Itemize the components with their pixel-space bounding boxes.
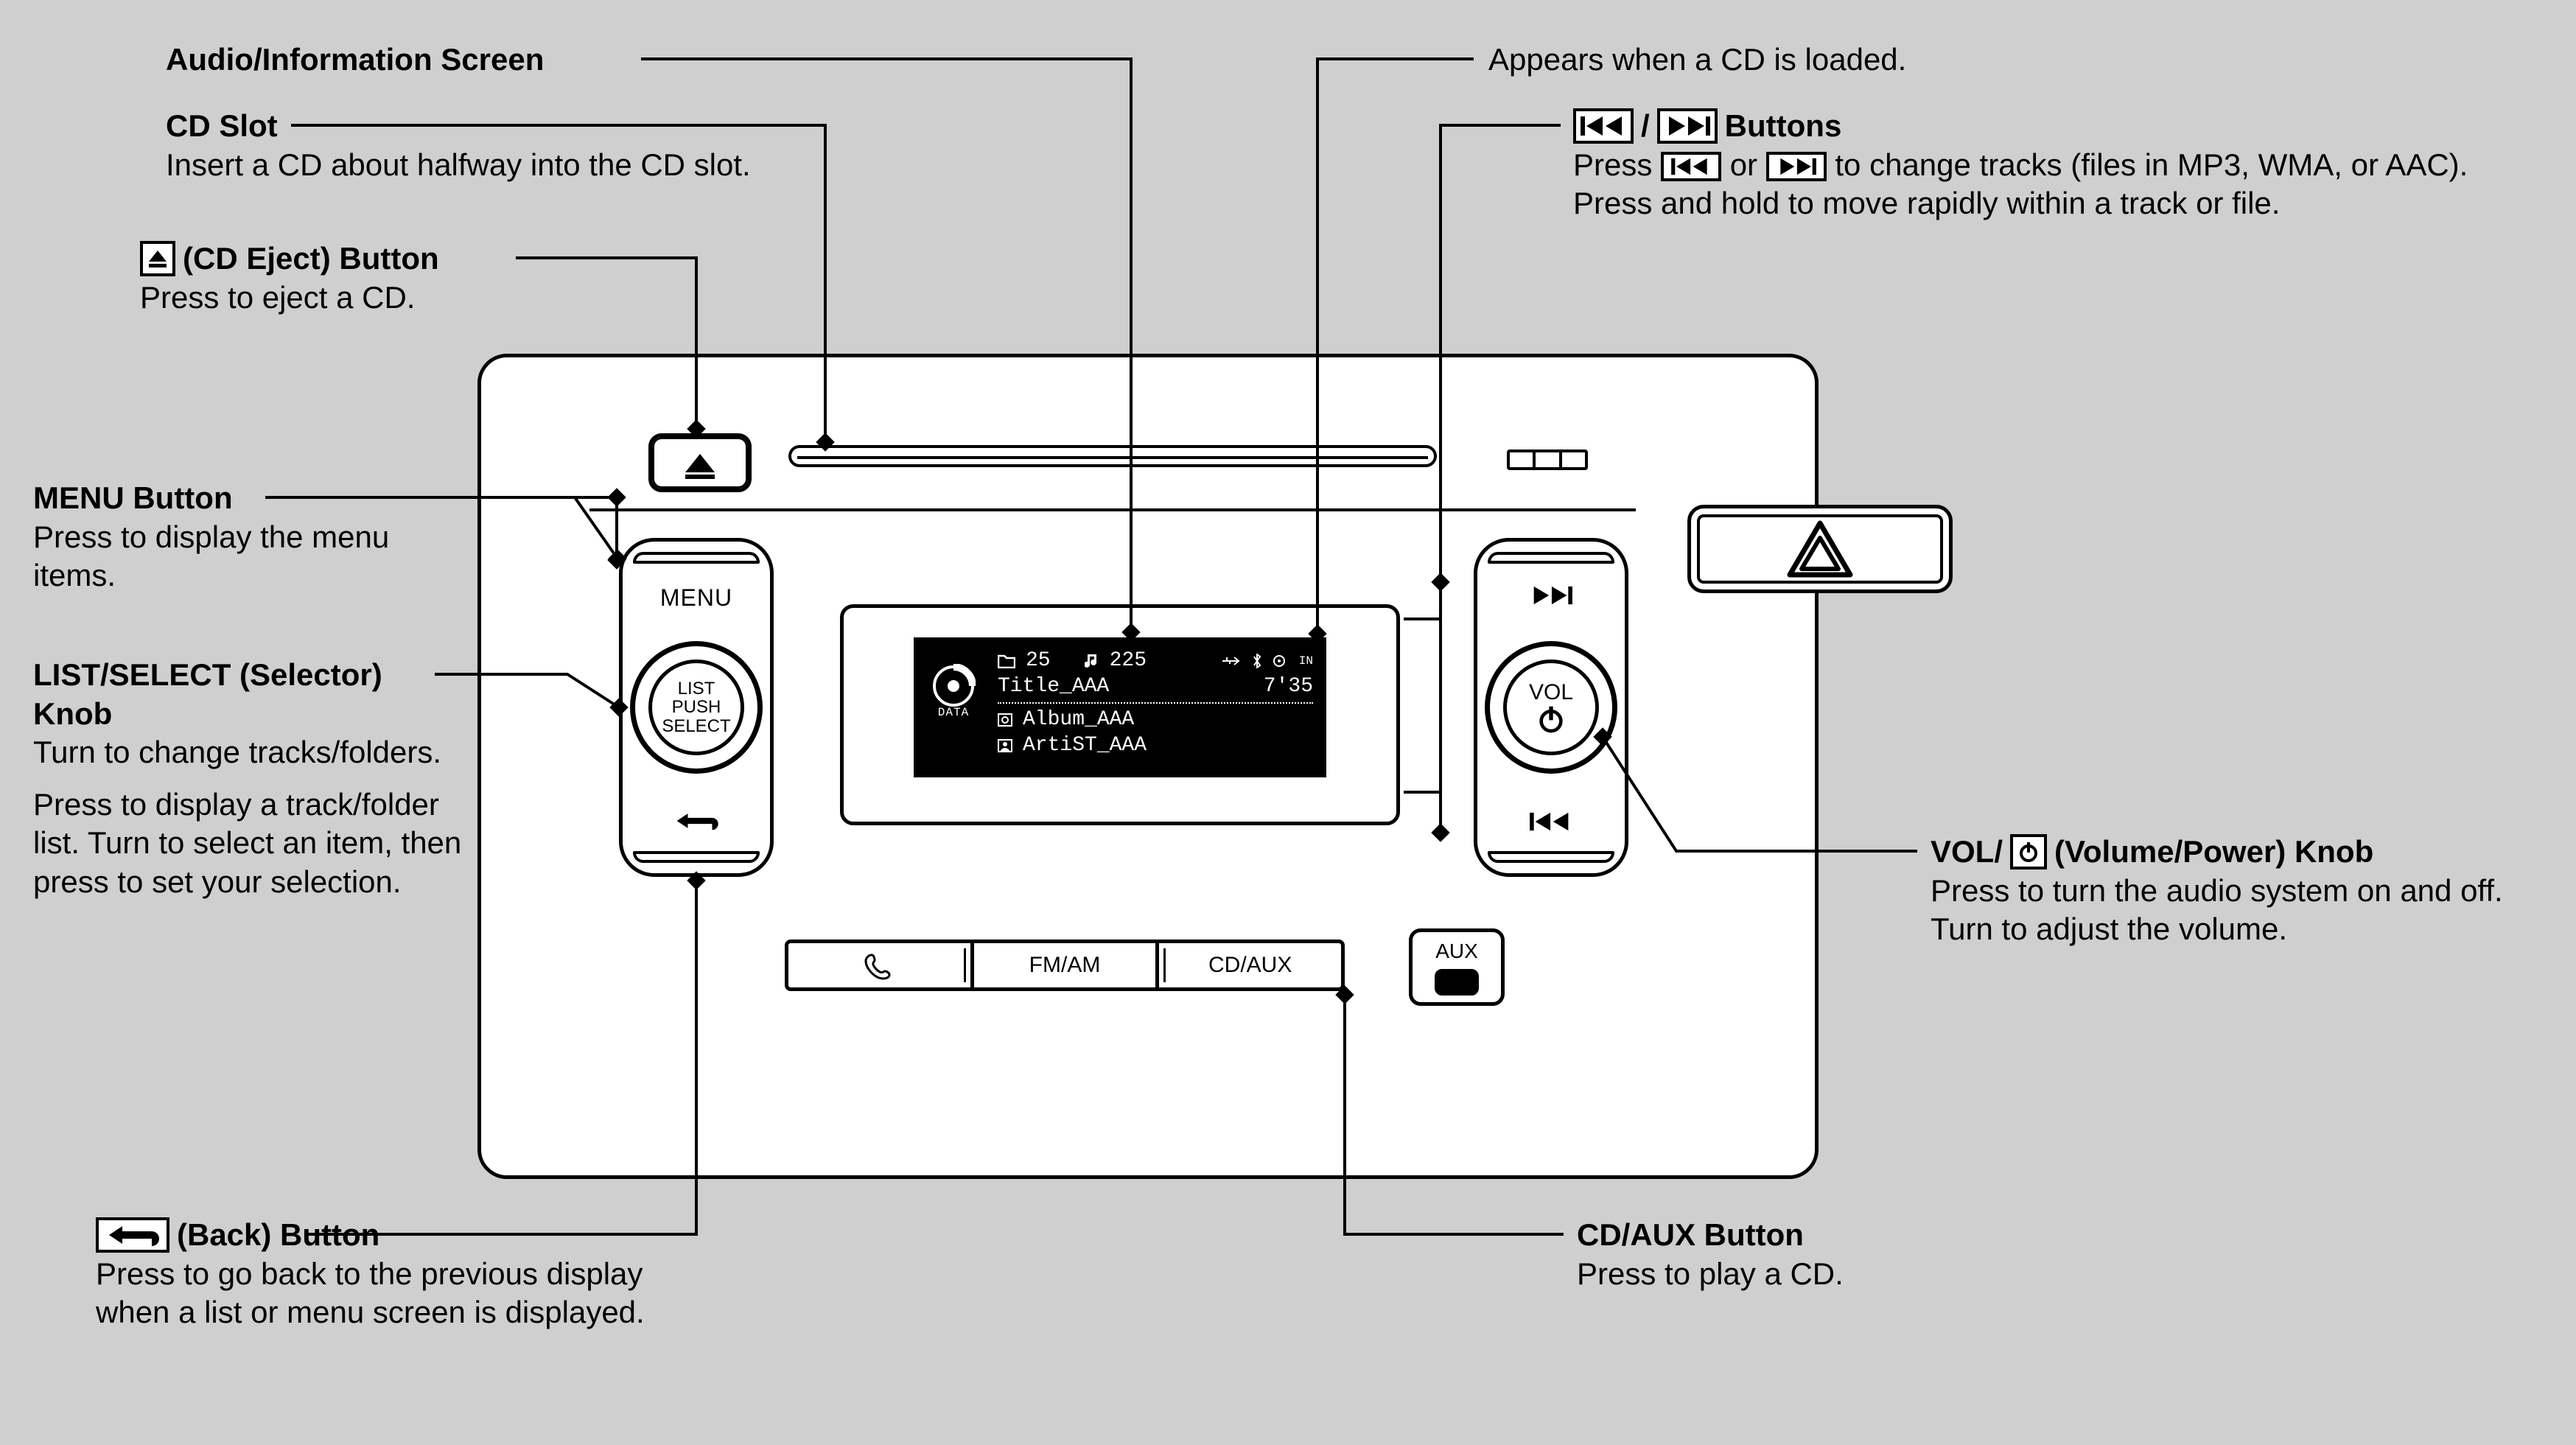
cd-aux-label: CD/AUX xyxy=(1208,953,1292,978)
callout-cd-eject: (CD Eject) Button Press to eject a CD. xyxy=(140,239,729,317)
callout-title: CD Slot xyxy=(166,107,278,146)
skip-back-icon xyxy=(1661,152,1721,181)
callout-body: Press to go back to the previous display… xyxy=(96,1255,700,1332)
back-button[interactable] xyxy=(623,810,770,838)
note-icon xyxy=(1085,653,1099,669)
divider xyxy=(589,508,1636,511)
folder-icon xyxy=(998,654,1015,668)
menu-label: MENU xyxy=(660,584,732,611)
fm-am-label: FM/AM xyxy=(1029,953,1101,978)
back-icon xyxy=(96,1217,169,1253)
callout-audio-info-screen: Audio/Information Screen xyxy=(166,41,1050,80)
power-icon xyxy=(1536,704,1566,734)
pod-cap xyxy=(1488,552,1614,564)
callout-seek-buttons: / Buttons Press or to change tracks (fil… xyxy=(1573,107,2553,223)
knob-text: SELECT xyxy=(662,717,730,735)
track-time: 7'35 xyxy=(1264,673,1313,699)
indicator-lights xyxy=(1507,449,1588,470)
skip-fwd-icon xyxy=(1527,585,1575,606)
separator: / xyxy=(1641,107,1650,146)
aux-port xyxy=(1435,969,1479,996)
skip-forward-button[interactable] xyxy=(1477,584,1625,612)
list-select-knob[interactable]: LIST PUSH SELECT xyxy=(630,641,763,774)
pod-cap xyxy=(633,851,760,863)
skip-fwd-icon xyxy=(1766,152,1827,181)
menu-button[interactable]: MENU xyxy=(623,584,770,612)
volume-power-knob[interactable]: VOL xyxy=(1485,641,1617,774)
back-icon xyxy=(672,810,721,832)
usb-icon xyxy=(1221,655,1242,667)
callout-title: (CD Eject) Button xyxy=(183,239,439,279)
left-control-pod: MENU LIST PUSH SELECT xyxy=(619,538,774,877)
fm-am-button[interactable]: FM/AM xyxy=(974,943,1160,987)
callout-body: Appears when a CD is loaded. xyxy=(1488,41,2225,80)
cd-aux-button[interactable]: CD/AUX xyxy=(1159,943,1341,987)
knob-text: PUSH xyxy=(672,698,721,716)
callout-body: Press to eject a CD. xyxy=(140,279,729,318)
data-disc-icon: DATA xyxy=(925,664,981,720)
power-icon xyxy=(2010,834,2047,870)
callout-body: Press and hold to move rapidly within a … xyxy=(1573,184,2553,223)
eject-icon xyxy=(140,241,175,276)
right-control-pod: VOL xyxy=(1474,538,1628,877)
cd-slot[interactable] xyxy=(788,445,1437,467)
aux-label: AUX xyxy=(1435,940,1478,963)
callout-title: Audio/Information Screen xyxy=(166,41,544,80)
skip-back-button[interactable] xyxy=(1477,811,1625,838)
bt-icon xyxy=(1252,654,1262,668)
eject-button[interactable] xyxy=(648,433,752,492)
album-icon xyxy=(998,713,1012,727)
artist-name: ArtiST_AAA xyxy=(1023,732,1147,758)
phone-button[interactable] xyxy=(788,943,974,987)
eject-icon xyxy=(685,454,715,472)
callout-body: Press to display the menu items. xyxy=(33,518,446,595)
audio-information-screen: DATA 25 225 IN Title_AAA 7'35 xyxy=(914,637,1326,777)
callout-body: Turn to change tracks/folders. xyxy=(33,733,468,772)
skip-back-icon xyxy=(1527,811,1575,832)
hazard-button[interactable] xyxy=(1687,505,1953,593)
knob-text: LIST xyxy=(678,679,715,698)
vol-label: VOL xyxy=(1529,681,1573,704)
album-name: Album_AAA xyxy=(1023,707,1134,732)
callout-cd-aux: CD/AUX Button Press to play a CD. xyxy=(1577,1216,2093,1293)
callout-body: Turn to adjust the volume. xyxy=(1931,910,2549,949)
source-button-bar: FM/AM CD/AUX xyxy=(785,940,1345,991)
disc-in-icon xyxy=(1273,654,1289,668)
callout-title: Buttons xyxy=(1725,107,1842,146)
knob-face: VOL xyxy=(1503,659,1599,755)
phone-icon xyxy=(864,951,894,980)
knob-face: LIST PUSH SELECT xyxy=(648,659,744,755)
aux-jack[interactable]: AUX xyxy=(1409,928,1505,1006)
callout-body: Press or to change tracks (files in MP3,… xyxy=(1573,146,2553,185)
callout-cd-slot: CD Slot Insert a CD about halfway into t… xyxy=(166,107,1050,184)
callout-body: Press to display a track/folder list. Tu… xyxy=(33,786,468,902)
hazard-icon xyxy=(1787,520,1853,578)
track-count: 225 xyxy=(1110,648,1147,673)
pod-cap xyxy=(633,552,760,564)
callout-body: Insert a CD about halfway into the CD sl… xyxy=(166,146,1050,185)
callout-title-post: (Volume/Power) Knob xyxy=(2054,833,2373,872)
callout-title: CD/AUX Button xyxy=(1577,1216,1804,1255)
pod-cap xyxy=(1488,851,1614,863)
callout-cd-loaded: Appears when a CD is loaded. xyxy=(1488,41,2225,80)
folder-count: 25 xyxy=(1026,648,1051,673)
artist-icon xyxy=(998,739,1012,752)
callout-list-select-knob: LIST/SELECT (Selector) Knob Turn to chan… xyxy=(33,656,468,901)
callout-title: MENU Button xyxy=(33,479,233,518)
callout-vol-knob: VOL/ (Volume/Power) Knob Press to turn t… xyxy=(1931,833,2549,949)
diagram-page: Audio/Information Screen CD Slot Insert … xyxy=(0,0,2576,1445)
callout-title: LIST/SELECT (Selector) Knob xyxy=(33,656,468,733)
callout-title-pre: VOL/ xyxy=(1931,833,2003,872)
in-label: IN xyxy=(1299,654,1313,668)
track-title: Title_AAA xyxy=(998,673,1109,699)
callout-title: (Back) Button xyxy=(177,1216,379,1255)
callout-back-button: (Back) Button Press to go back to the pr… xyxy=(96,1216,700,1332)
callout-menu-button: MENU Button Press to display the menu it… xyxy=(33,479,446,595)
skip-back-icon xyxy=(1573,108,1634,144)
callout-body: Press to play a CD. xyxy=(1577,1255,2093,1294)
skip-fwd-icon xyxy=(1657,108,1718,144)
callout-body: Press to turn the audio system on and of… xyxy=(1931,872,2549,911)
